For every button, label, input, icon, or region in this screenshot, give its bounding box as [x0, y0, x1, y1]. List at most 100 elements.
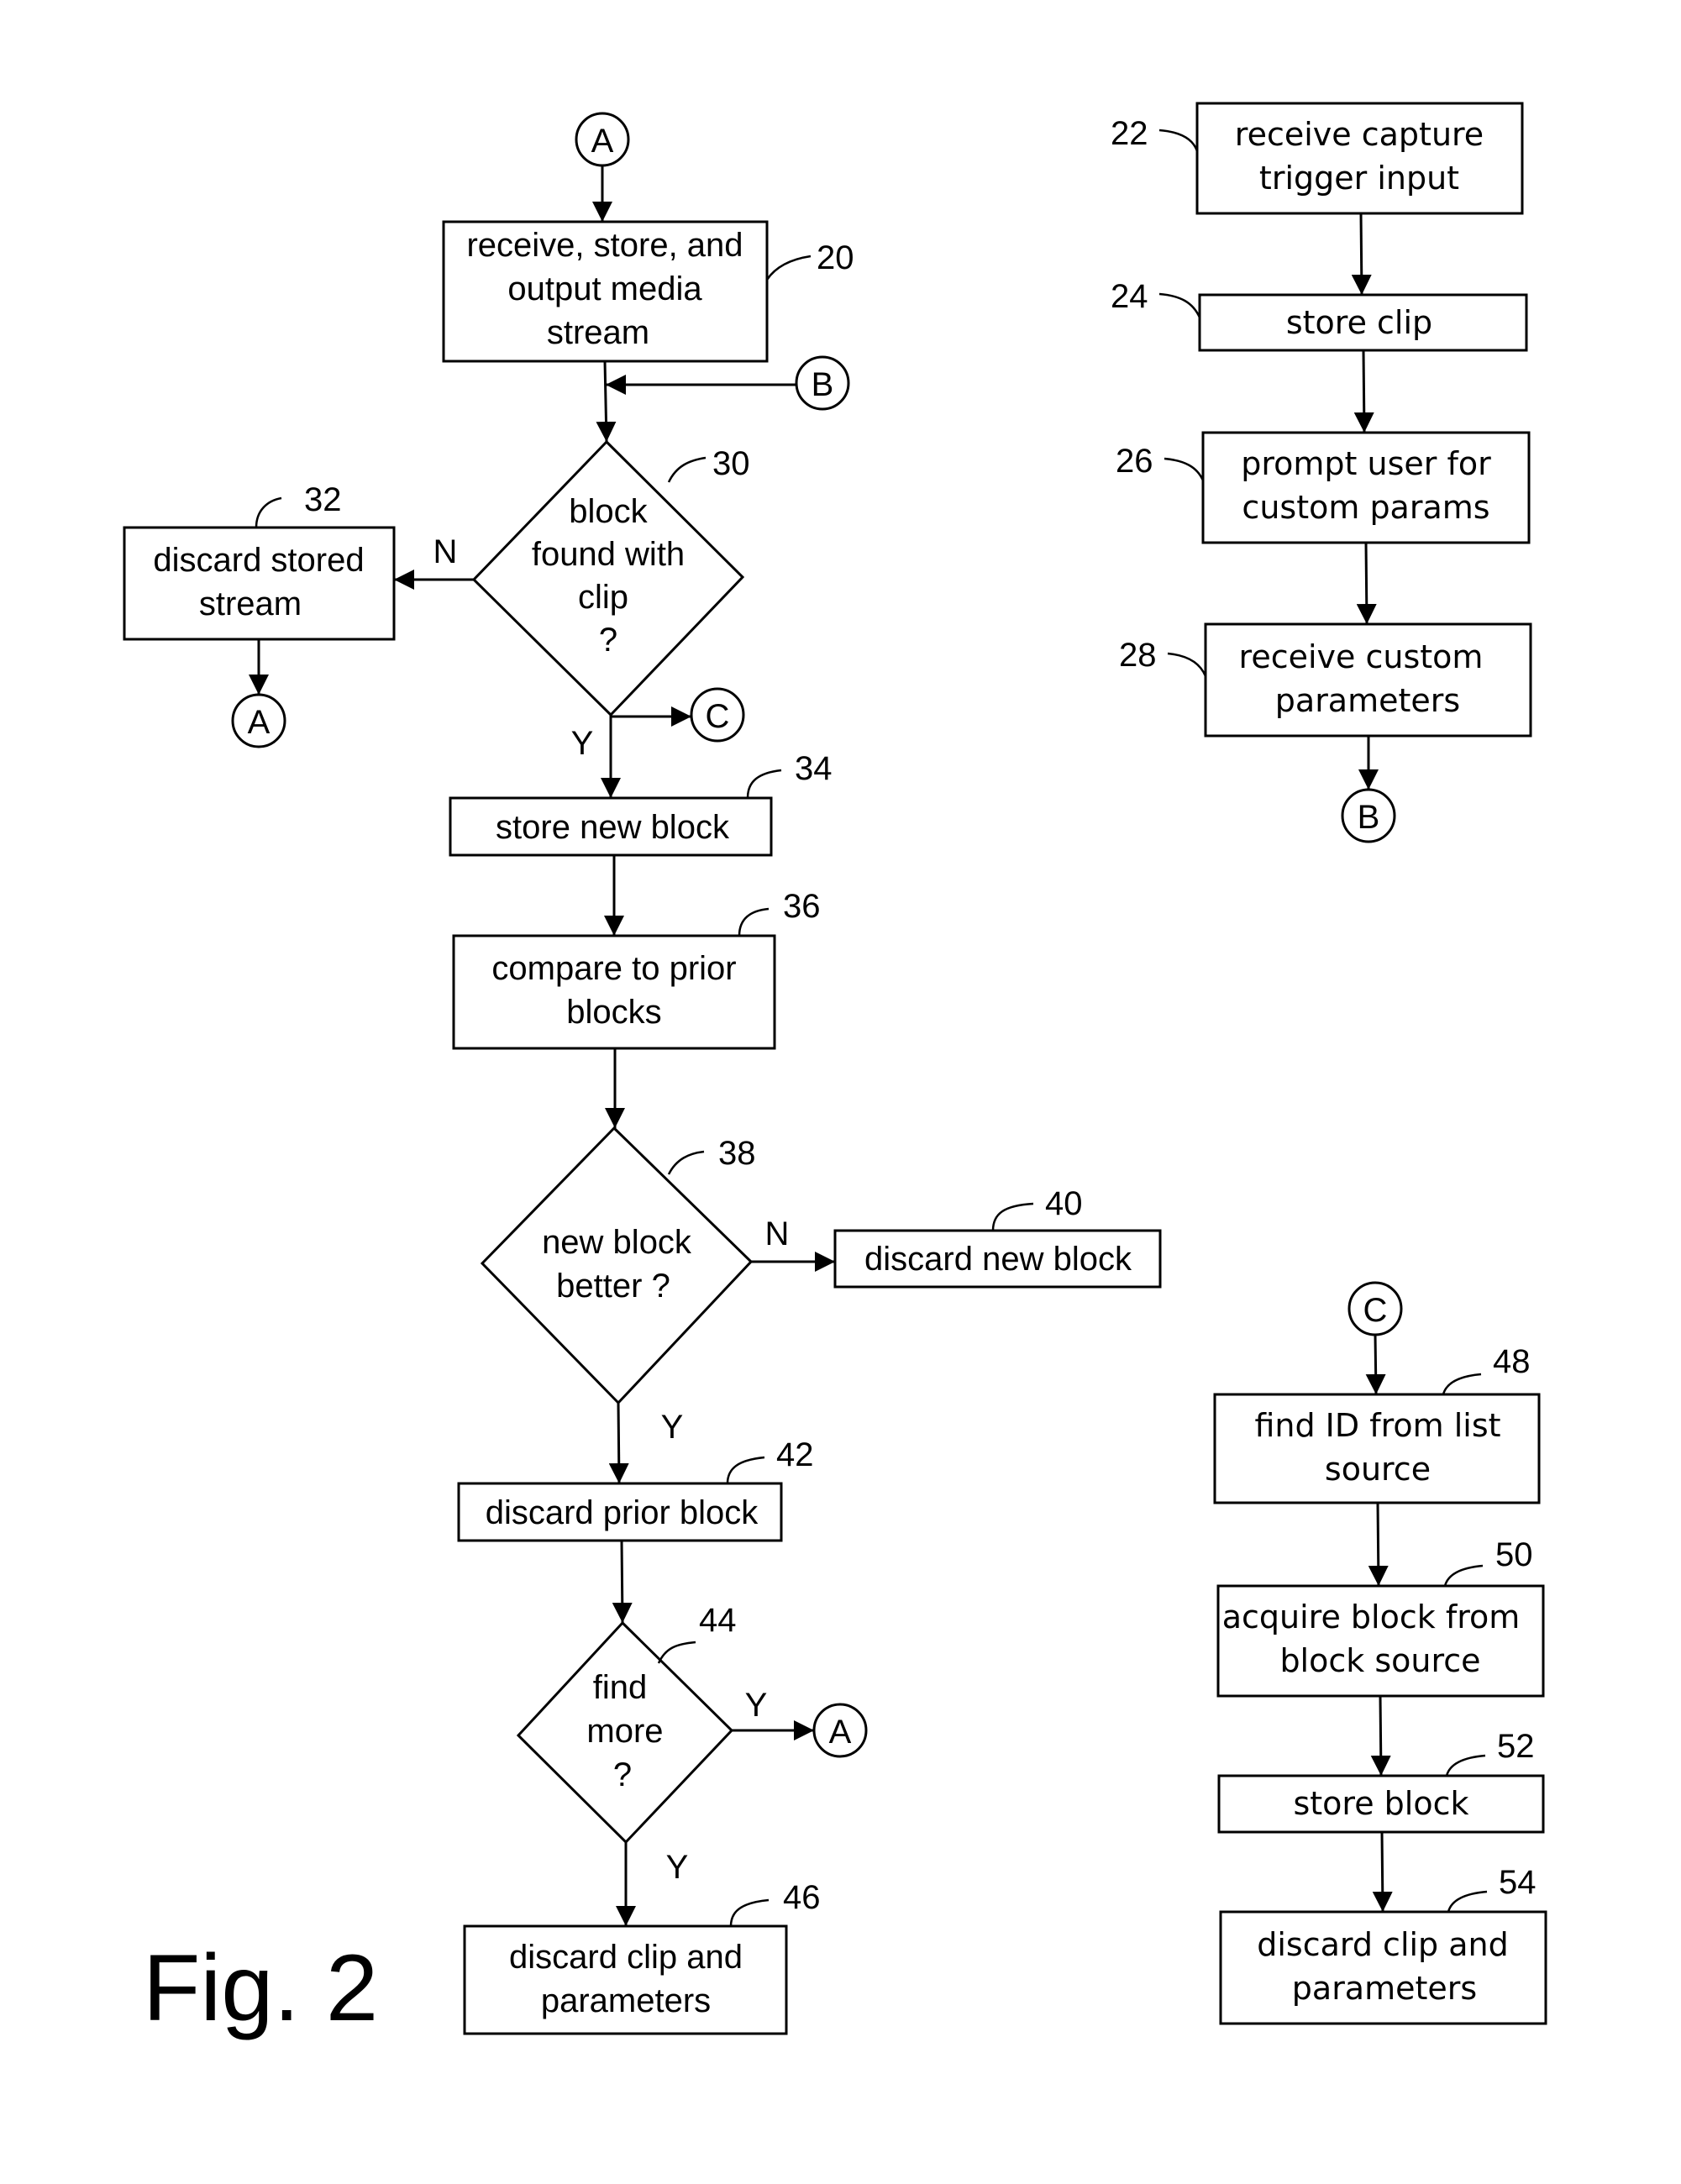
connector-c-entry: C [1347, 1281, 1403, 1336]
flowchart: A receive, store, and output media strea… [123, 102, 1547, 2040]
ref-number-34: 34 [795, 750, 833, 787]
ref-leader-40 [991, 1202, 1034, 1231]
step-32-box: discard stored stream [123, 526, 396, 641]
arrow-22-to-24 [1351, 213, 1372, 296]
ref-number-36: 36 [783, 888, 821, 925]
step-50-line-2: block source [1279, 1642, 1480, 1679]
decision-30-line-1: block [569, 493, 648, 530]
step-48-box: find ID from list source [1213, 1393, 1541, 1504]
connector-label: A [591, 123, 614, 160]
ref-leader-42 [726, 1456, 765, 1484]
step-40-box: discard new block [833, 1229, 1162, 1289]
step-26-line-1: prompt user for [1241, 445, 1491, 482]
connector-label: B [812, 366, 834, 403]
step-48-line-2: source [1325, 1451, 1431, 1488]
ref-number-42: 42 [776, 1436, 814, 1473]
step-48-line-1: find ID from list [1254, 1407, 1500, 1444]
step-28-line-1: receive custom [1239, 638, 1484, 675]
connector-label: B [1358, 799, 1380, 836]
ref-number-24: 24 [1111, 278, 1148, 315]
step-26-box: prompt user for custom params [1201, 431, 1531, 544]
decision-30-diamond: block found with clip ? [471, 439, 745, 717]
ref-leader-54 [1447, 1890, 1488, 1913]
ref-leader-48 [1442, 1373, 1482, 1395]
decision-30-line-3: clip [578, 579, 628, 616]
arrow-26-to-28 [1356, 542, 1377, 625]
decision-38-diamond: new block better ? [480, 1126, 754, 1405]
step-46-line-1: discard clip and [509, 1939, 743, 1976]
branch-label-30-no: N [433, 533, 458, 570]
step-50-box: acquire block from block source [1216, 1584, 1545, 1698]
ref-leader-46 [729, 1898, 770, 1927]
ref-number-30: 30 [712, 445, 750, 482]
step-52-box: store block [1217, 1774, 1545, 1834]
step-42-line-1: discard prior block [486, 1494, 759, 1531]
step-54-box: discard clip and parameters [1219, 1910, 1547, 2025]
ref-leader-34 [746, 769, 782, 799]
step-54-line-1: discard clip and [1257, 1926, 1509, 1963]
branch-label-38-yes: Y [661, 1409, 684, 1446]
ref-number-46: 46 [783, 1879, 821, 1916]
figure-label: Fig. 2 [143, 1935, 378, 2040]
decision-44-line-3: ? [613, 1756, 632, 1793]
connector-label: C [706, 698, 730, 735]
decision-44-line-2: more [586, 1713, 663, 1750]
step-24-box: store clip [1198, 293, 1528, 352]
connector-a-after-32: A [231, 693, 286, 748]
arrow-c-to-48 [1365, 1334, 1386, 1395]
ref-number-28: 28 [1119, 637, 1157, 674]
step-40-line-1: discard new block [864, 1241, 1132, 1278]
ref-number-40: 40 [1045, 1185, 1083, 1222]
step-36-line-1: compare to prior [491, 950, 736, 987]
ref-number-44: 44 [699, 1602, 737, 1639]
step-50-line-1: acquire block from [1222, 1599, 1521, 1635]
ref-leader-36 [738, 907, 770, 937]
ref-leader-52 [1445, 1754, 1486, 1777]
step-20-line-1: receive, store, and [466, 227, 743, 264]
step-46-line-2: parameters [541, 1982, 711, 2019]
decision-30-line-2: found with [532, 536, 685, 573]
step-22-box: receive capture trigger input [1195, 102, 1524, 215]
decision-38-line-1: new block [542, 1224, 692, 1261]
ref-number-22: 22 [1111, 115, 1148, 152]
ref-number-52: 52 [1497, 1728, 1535, 1765]
arrow-48-to-50 [1368, 1502, 1389, 1587]
step-34-box: store new block [449, 796, 773, 857]
step-28-line-2: parameters [1275, 682, 1460, 719]
ref-leader-44 [657, 1641, 696, 1664]
step-42-box: discard prior block [457, 1482, 783, 1542]
ref-number-54: 54 [1499, 1864, 1537, 1901]
decision-44-diamond: find more ? [516, 1620, 734, 1845]
step-26-line-2: custom params [1242, 489, 1489, 526]
step-32-line-1: discard stored [153, 542, 364, 579]
step-20-box: receive, store, and output media stream [442, 220, 769, 363]
step-20-line-2: output media [507, 270, 702, 307]
connector-a-top: A [575, 112, 630, 167]
ref-leader-32 [255, 496, 282, 528]
ref-leader-50 [1443, 1564, 1484, 1587]
branch-label-38-no: N [765, 1215, 790, 1252]
connector-b-exit: B [1341, 788, 1396, 843]
ref-leader-20 [765, 255, 812, 281]
branch-label-44-right: Y [745, 1687, 768, 1724]
step-24-line-1: store clip [1286, 304, 1432, 341]
arrow-38-yes-to-42 [608, 1402, 629, 1484]
arrow-20-to-30 [596, 360, 617, 443]
ref-leader-26 [1164, 457, 1205, 481]
branch-label-44-down: Y [666, 1849, 689, 1886]
ref-leader-38 [667, 1150, 705, 1175]
connector-label: A [248, 704, 271, 741]
ref-number-32: 32 [304, 481, 342, 518]
decision-44-line-1: find [593, 1669, 648, 1706]
decision-38-line-2: better ? [556, 1268, 670, 1305]
connector-label: C [1363, 1292, 1388, 1329]
step-28-box: receive custom parameters [1204, 622, 1532, 738]
ref-number-50: 50 [1495, 1536, 1533, 1573]
connector-c-from-30: C [690, 687, 745, 743]
step-34-line-1: store new block [496, 809, 730, 846]
ref-number-26: 26 [1116, 443, 1153, 480]
connector-a-from-44: A [812, 1703, 868, 1758]
ref-leader-30 [667, 456, 707, 483]
step-46-box: discard clip and parameters [463, 1924, 788, 2035]
ref-number-38: 38 [718, 1135, 756, 1172]
